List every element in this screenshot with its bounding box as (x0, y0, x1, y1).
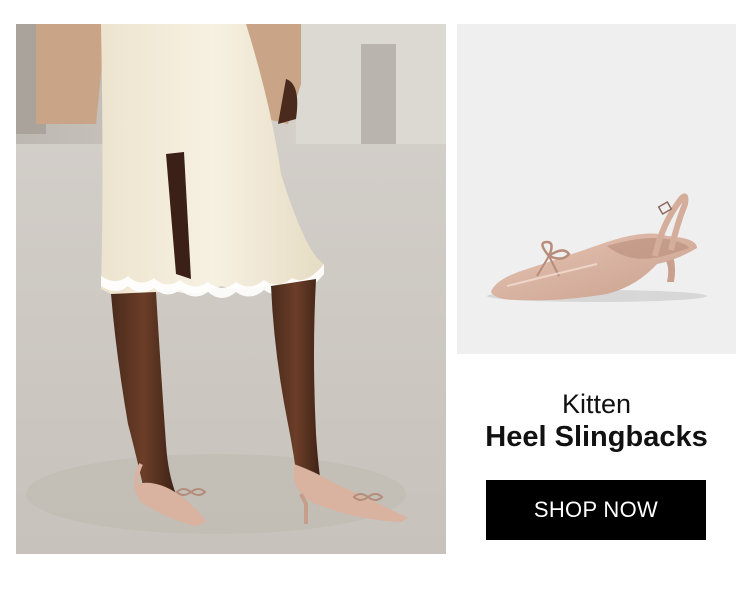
lifestyle-photo (16, 24, 446, 554)
product-photo (457, 24, 736, 354)
shop-now-button[interactable]: SHOP NOW (486, 480, 706, 540)
promo-title: Heel Slingbacks (485, 421, 708, 453)
shoe-illustration (487, 193, 707, 302)
lifestyle-photo-illustration (16, 24, 446, 554)
promo-subtitle: Kitten (561, 389, 632, 419)
promo-copy: Kitten Heel Slingbacks (457, 388, 736, 454)
